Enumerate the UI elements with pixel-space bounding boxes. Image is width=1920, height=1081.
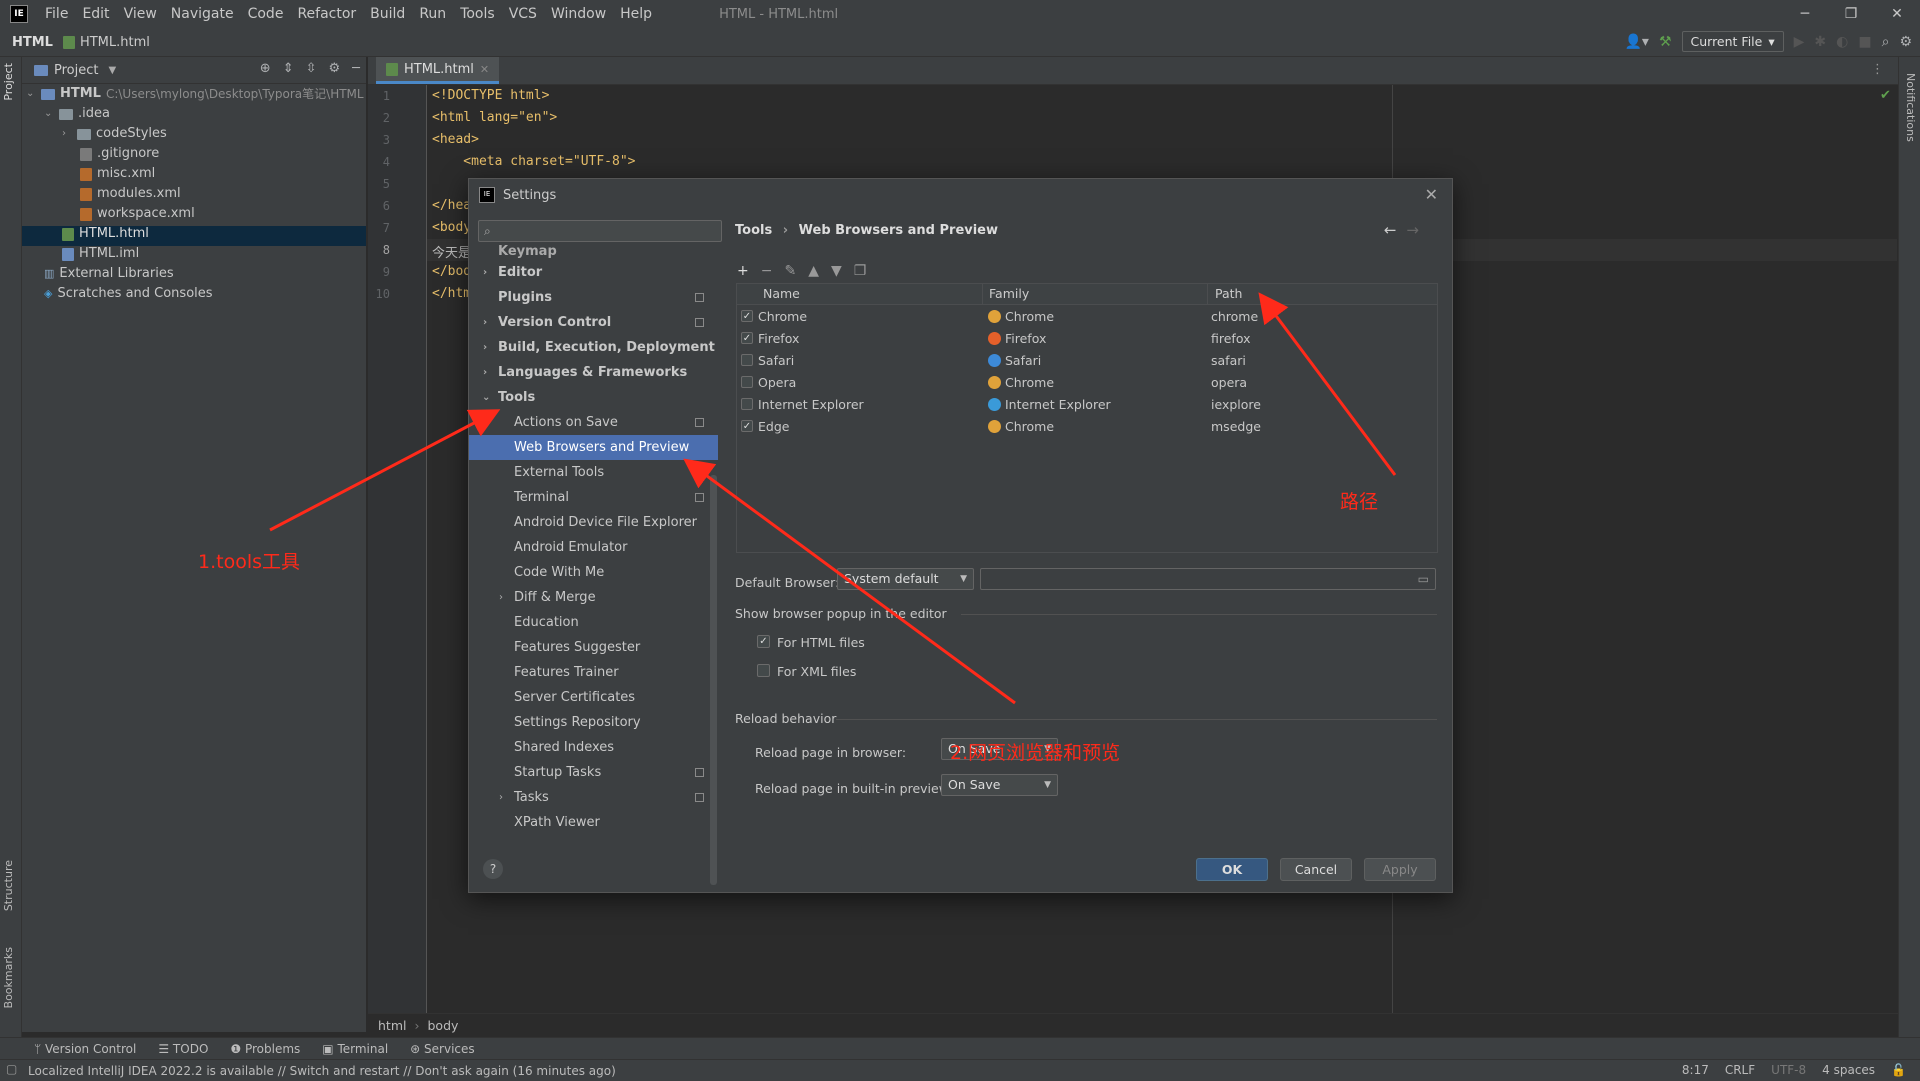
annotation-path: 路径 bbox=[1340, 491, 1379, 513]
annotation-web-browsers: 2.网页浏览器和预览 bbox=[950, 742, 1121, 764]
arrow-to-tools bbox=[269, 409, 501, 532]
annotation-tools: 1.tools工具 bbox=[198, 551, 301, 573]
arrow-to-path bbox=[1258, 292, 1397, 476]
annotation-arrows bbox=[269, 292, 1397, 705]
arrow-to-web-browsers bbox=[683, 458, 1016, 705]
